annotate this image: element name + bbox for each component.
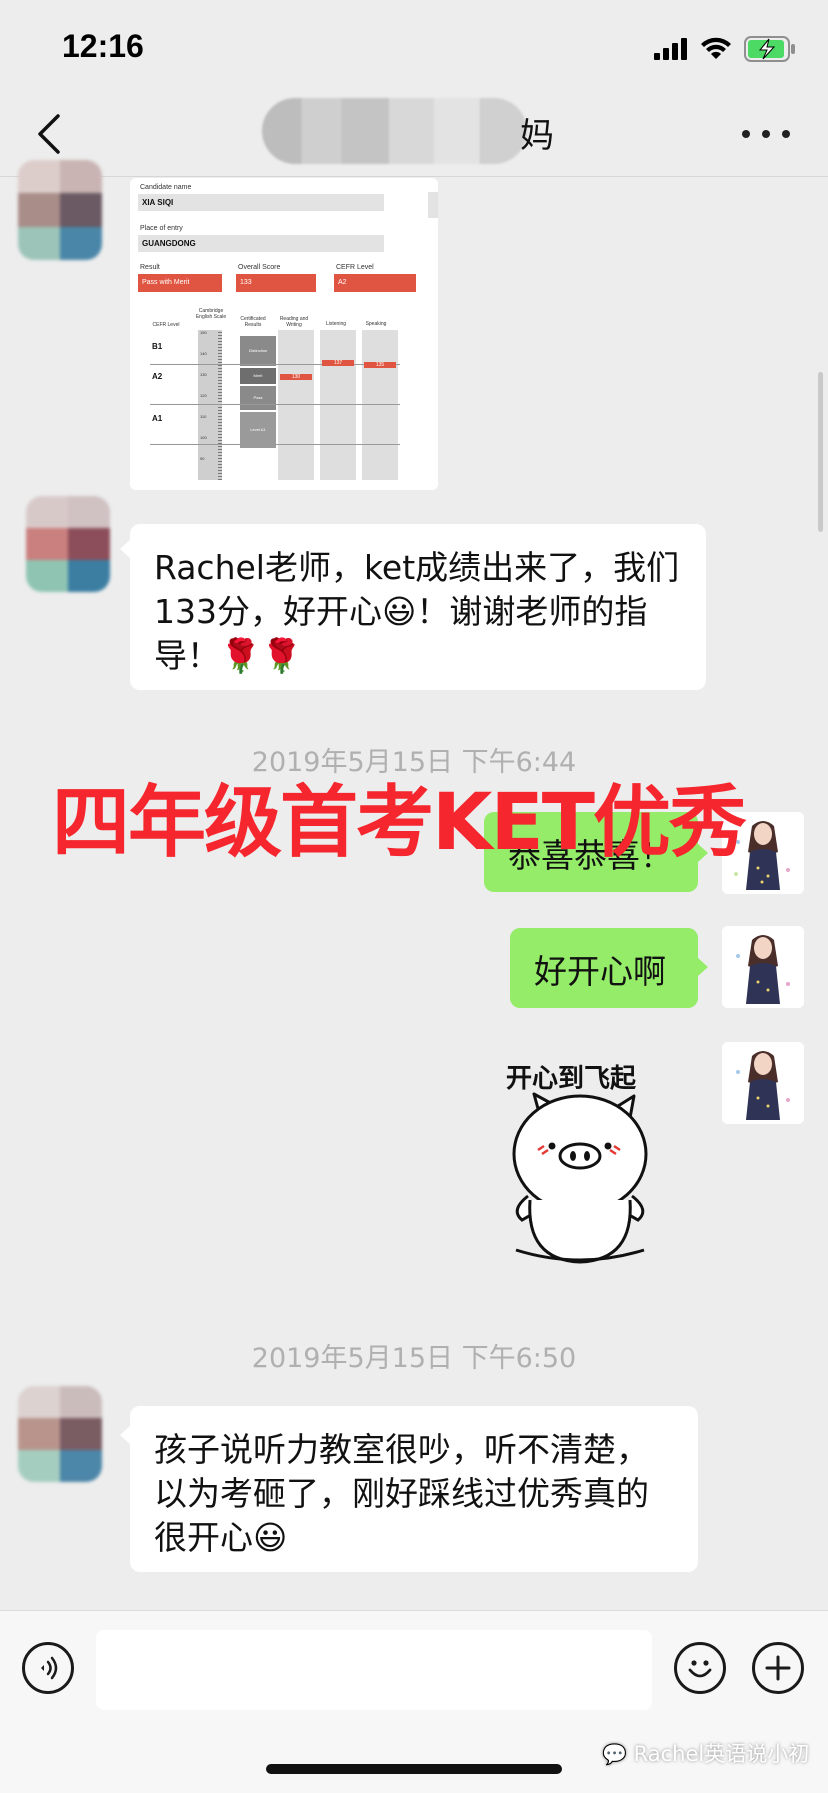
level-divider bbox=[150, 364, 400, 365]
cert-edge bbox=[428, 192, 438, 218]
cellular-signal-icon bbox=[654, 38, 687, 60]
contact-avatar[interactable] bbox=[26, 496, 110, 592]
candidate-name-value: XIA SIQI bbox=[138, 194, 384, 211]
nav-divider bbox=[0, 176, 828, 177]
teacher-avatar[interactable] bbox=[722, 1042, 804, 1124]
back-chevron-icon[interactable] bbox=[30, 112, 70, 156]
outgoing-message[interactable]: 好开心啊 bbox=[510, 928, 698, 1008]
result-label: Result bbox=[140, 264, 160, 271]
wifi-icon bbox=[701, 37, 731, 59]
certificate-image-message[interactable]: Candidate name XIA SIQI Place of entry G… bbox=[130, 178, 438, 490]
timestamp: 2019年5月15日 下午6:50 bbox=[251, 1343, 577, 1374]
bubble-tail bbox=[120, 540, 130, 558]
watermark-text: Rachel英语说小初 bbox=[633, 1742, 810, 1766]
cefr-level-label: CEFR Level bbox=[336, 264, 374, 271]
scale-tick: 140 bbox=[200, 351, 207, 356]
scale-tick: 90 bbox=[200, 456, 205, 461]
level-b1: B1 bbox=[152, 342, 163, 351]
incoming-message[interactable]: 孩子说听力教室很吵，听不清楚，以为考砸了，刚好踩线过优秀真的很开心😃 bbox=[130, 1406, 698, 1572]
cefr-level-value: A2 bbox=[334, 274, 416, 292]
voice-icon bbox=[41, 1656, 58, 1680]
message-input[interactable] bbox=[96, 1630, 652, 1710]
scale-tick: 110 bbox=[200, 414, 207, 419]
speaking-column bbox=[362, 330, 398, 480]
scale-tick: 130 bbox=[200, 372, 207, 377]
col-scale-header: Cambridge English Scale bbox=[195, 308, 227, 320]
smiley-icon bbox=[688, 1660, 712, 1678]
level-divider bbox=[150, 404, 400, 405]
contact-avatar[interactable] bbox=[18, 1386, 102, 1482]
scale-ticks bbox=[218, 330, 222, 480]
grade-merit: Merit bbox=[240, 368, 276, 384]
status-icons bbox=[654, 36, 796, 62]
result-value: Pass with Merit bbox=[138, 274, 222, 292]
overall-score-label: Overall Score bbox=[238, 264, 281, 271]
speaking-score: 135 bbox=[364, 362, 396, 368]
girl-illustration-icon bbox=[722, 1042, 804, 1124]
scrollbar[interactable] bbox=[818, 372, 823, 532]
place-label: Place of entry bbox=[140, 225, 183, 232]
col-listening-header: Listening bbox=[325, 321, 346, 327]
more-options-button[interactable] bbox=[742, 112, 790, 156]
reading-writing-score: 130 bbox=[280, 374, 312, 380]
overlay-caption: 四年级首考KET优秀 bbox=[52, 778, 747, 868]
col-cefr-header: CEFR Level bbox=[152, 322, 180, 328]
overall-score-value: 133 bbox=[236, 274, 316, 292]
chat-title: 妈 bbox=[520, 116, 554, 156]
scale-tick: 100 bbox=[200, 435, 207, 440]
col-certificated-header: Certificated Results bbox=[240, 316, 266, 328]
dot-icon bbox=[782, 130, 790, 138]
reading-writing-column bbox=[278, 330, 314, 480]
home-indicator bbox=[266, 1764, 562, 1774]
scale-tick: 120 bbox=[200, 393, 207, 398]
col-reading-writing-header: Reading and Writing bbox=[279, 316, 309, 328]
battery-charging-icon bbox=[744, 36, 795, 62]
level-a2: A2 bbox=[152, 372, 163, 381]
emoji-button[interactable] bbox=[674, 1642, 726, 1694]
pig-sticker-icon[interactable] bbox=[506, 1090, 654, 1268]
place-value: GUANGDONG bbox=[138, 235, 384, 252]
scale-tick: 150 bbox=[200, 330, 207, 335]
voice-input-button[interactable] bbox=[22, 1642, 74, 1694]
dot-icon bbox=[762, 130, 770, 138]
col-speaking-header: Speaking bbox=[365, 321, 387, 327]
girl-illustration-icon bbox=[722, 926, 804, 1008]
bubble-tail bbox=[698, 958, 708, 976]
level-a1: A1 bbox=[152, 414, 163, 423]
more-functions-button[interactable] bbox=[752, 1642, 804, 1694]
wechat-icon: 💬 bbox=[602, 1742, 627, 1766]
level-divider bbox=[150, 444, 400, 445]
contact-avatar[interactable] bbox=[18, 160, 102, 260]
candidate-name-label: Candidate name bbox=[140, 184, 192, 191]
status-time: 12:16 bbox=[62, 28, 144, 64]
listening-column bbox=[320, 330, 356, 480]
incoming-message[interactable]: Rachel老师，ket成绩出来了，我们133分，好开心😃！谢谢老师的指导！🌹🌹 bbox=[130, 524, 706, 690]
teacher-avatar[interactable] bbox=[722, 926, 804, 1008]
plus-icon bbox=[765, 1655, 791, 1681]
bubble-tail bbox=[120, 1426, 130, 1444]
grade-pass: Pass bbox=[240, 386, 276, 410]
listening-score: 137 bbox=[322, 360, 354, 366]
timestamp: 2019年5月15日 下午6:44 bbox=[251, 747, 577, 778]
dot-icon bbox=[742, 130, 750, 138]
grade-level-a1: Level A1 bbox=[240, 412, 276, 448]
watermark: 💬 Rachel英语说小初 bbox=[602, 1738, 809, 1768]
blurred-contact-name bbox=[262, 98, 527, 164]
grade-distinction: Distinction bbox=[240, 336, 276, 366]
